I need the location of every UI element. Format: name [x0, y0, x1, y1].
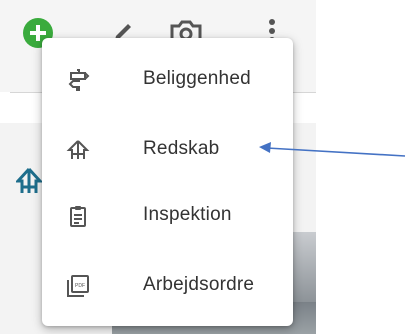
menu-item-beliggenhed[interactable]: Beliggenhed: [42, 50, 293, 110]
menu-item-label: Arbejdsordre: [143, 274, 255, 295]
menu-item-label: Redskab: [143, 138, 220, 159]
menu-item-arbejdsordre[interactable]: PDF Arbejdsordre: [42, 256, 293, 316]
add-menu: Beliggenhed Redskab Inspektion PDF Arbej…: [42, 38, 293, 326]
photo-detail: [290, 232, 316, 302]
menu-item-label: Beliggenhed: [143, 68, 251, 89]
annotation-arrow-icon: [259, 142, 406, 157]
menu-item-label: Inspektion: [143, 204, 232, 225]
tree-icon: [16, 167, 42, 193]
clipboard-icon: [70, 206, 86, 227]
signpost-icon: [68, 69, 90, 91]
equipment-icon: [66, 140, 90, 159]
pdf-icon: PDF: [67, 275, 89, 297]
menu-item-inspektion[interactable]: Inspektion: [42, 186, 293, 246]
pdf-icon-glyph: PDF: [75, 283, 85, 289]
